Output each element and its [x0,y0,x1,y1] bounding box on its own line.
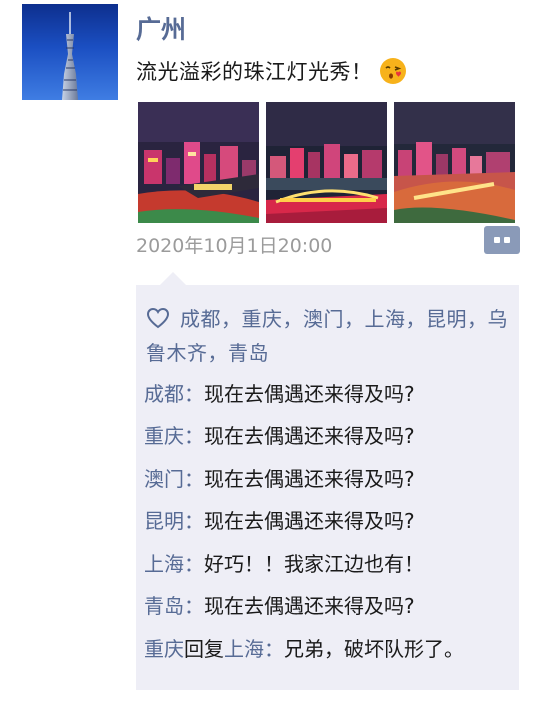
photo-thumbnail[interactable] [394,102,515,223]
post-text: 流光溢彩的珠江灯光秀！ [136,60,373,84]
reply-word: 回复 [184,637,224,661]
more-dot-icon [504,237,510,243]
comment-text: 现在去偶遇还来得及吗? [204,424,415,448]
post-timestamp: 2020年10月1日20:00 [136,235,333,257]
comment-item[interactable]: 成都：现在去偶遇还来得及吗? [144,380,415,408]
comment-item[interactable]: 昆明：现在去偶遇还来得及吗? [144,507,415,535]
comment-separator: ： [264,637,284,661]
comment-separator: ： [184,382,204,406]
comment-item[interactable]: 上海：好巧！！我家江边也有！ [144,550,424,578]
author-avatar[interactable] [22,4,118,100]
comment-text: 现在去偶遇还来得及吗? [204,382,415,406]
commenter-name[interactable]: 上海 [144,552,184,576]
comment-box-caret [160,272,186,285]
more-actions-button[interactable] [484,226,520,254]
comment-item[interactable]: 重庆：现在去偶遇还来得及吗? [144,422,415,450]
author-name[interactable]: 广州 [136,10,186,46]
comment-text: 好巧！！我家江边也有！ [204,552,424,576]
commenter-name[interactable]: 澳门 [144,467,184,491]
comment-separator: ： [184,594,204,618]
comment-item[interactable]: 青岛：现在去偶遇还来得及吗? [144,592,415,620]
comment-separator: ： [184,552,204,576]
reply-from-name[interactable]: 重庆 [144,637,184,661]
reply-to-name[interactable]: 上海 [224,637,264,661]
liker-names[interactable]: 成都，重庆，澳门，上海，昆明，乌鲁木齐，青岛 [146,307,508,365]
commenter-name[interactable]: 昆明 [144,509,184,533]
comment-text: 现在去偶遇还来得及吗? [204,594,415,618]
more-dot-icon [494,237,500,243]
comment-text: 现在去偶遇还来得及吗? [204,509,415,533]
comment-separator: ： [184,509,204,533]
commenter-name[interactable]: 青岛 [144,594,184,618]
comment-item[interactable]: 澳门：现在去偶遇还来得及吗? [144,465,415,493]
kissing-face-emoji-icon [379,58,406,84]
photo-thumbnail[interactable] [266,102,387,223]
commenter-name[interactable]: 成都 [144,382,184,406]
heart-outline-icon [146,307,170,329]
post-text-line: 流光溢彩的珠江灯光秀！ [136,56,407,86]
comment-separator: ： [184,424,204,448]
reply-item[interactable]: 重庆回复上海：兄弟，破坏队形了。 [144,635,464,663]
commenter-name[interactable]: 重庆 [144,424,184,448]
likes-list: 成都，重庆，澳门，上海，昆明，乌鲁木齐，青岛 [146,302,514,370]
photo-thumbnail[interactable] [138,102,259,223]
reply-text: 兄弟，破坏队形了。 [284,637,464,661]
comment-separator: ： [184,467,204,491]
comment-text: 现在去偶遇还来得及吗? [204,467,415,491]
